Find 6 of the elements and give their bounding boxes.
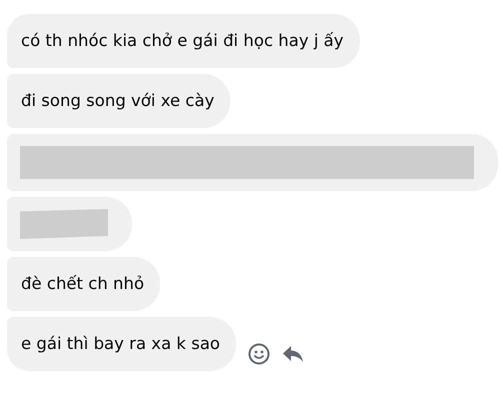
smiley-icon[interactable] — [248, 343, 270, 365]
message-bubble: đi song song với xe cày — [7, 74, 230, 128]
message-bubble: có th nhóc kia chở e gái đi học hay j ấy — [7, 14, 360, 68]
message-bubble: đè chết ch nhỏ — [7, 257, 160, 311]
reply-icon[interactable] — [282, 345, 304, 363]
message-bubble: e gái thì bay ra xa k sao — [7, 317, 236, 371]
